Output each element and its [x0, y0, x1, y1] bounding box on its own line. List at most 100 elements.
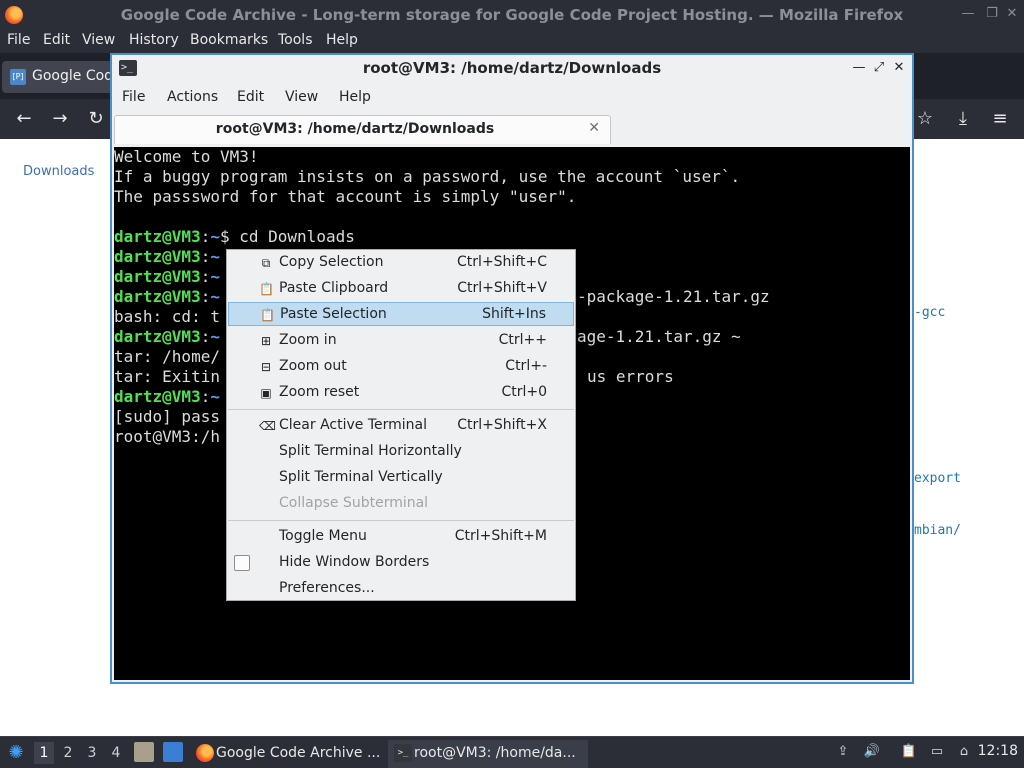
- prompt-path: ~: [210, 287, 220, 306]
- menu-tools[interactable]: Tools: [278, 32, 313, 48]
- download-icon[interactable]: ⤓: [951, 107, 975, 131]
- menu-item-clear-active-terminal[interactable]: ⌫ Clear Active Terminal Ctrl+Shift+X: [228, 414, 574, 438]
- menu-item-hide-window-borders[interactable]: Hide Window Borders: [228, 551, 574, 575]
- restore-icon[interactable]: ❐: [984, 6, 1000, 22]
- show-desktop-icon[interactable]: [163, 742, 183, 762]
- terminal-menu-file[interactable]: File: [122, 89, 145, 105]
- terminal-context-menu: ⧉ Copy Selection Ctrl+Shift+C 📋 Paste Cl…: [226, 249, 576, 601]
- upload-icon[interactable]: ⇪: [834, 743, 852, 761]
- prompt-colon: :: [200, 327, 211, 346]
- display-icon[interactable]: ▭: [928, 743, 946, 761]
- back-icon[interactable]: ←: [12, 107, 36, 131]
- browser-tab-label: Google Code: [32, 68, 122, 84]
- menu-file[interactable]: File: [7, 32, 30, 48]
- workspace-2[interactable]: 2: [58, 742, 78, 764]
- volume-icon[interactable]: 🔊: [863, 743, 881, 761]
- hide-window-borders-checkbox[interactable]: [234, 555, 250, 571]
- reload-icon[interactable]: ↻: [84, 107, 108, 131]
- menu-item-paste-clipboard[interactable]: 📋 Paste Clipboard Ctrl+Shift+V: [228, 277, 574, 301]
- prompt-colon: :: [200, 247, 211, 266]
- page-text-fragment: -gcc: [914, 305, 946, 320]
- taskbar-task-firefox[interactable]: Google Code Archive ...: [190, 740, 382, 768]
- workspace-4[interactable]: 4: [106, 742, 126, 764]
- copy-icon: ⧉: [261, 256, 271, 270]
- terminal-window-title: root@VM3: /home/dartz/Downloads: [362, 59, 662, 77]
- menu-edit[interactable]: Edit: [43, 32, 70, 48]
- minimize-icon[interactable]: —: [850, 59, 868, 77]
- terminal-menu-help[interactable]: Help: [339, 89, 371, 105]
- terminal-line: bash: cd: t: [114, 307, 220, 326]
- terminal-line: dartz@VM3:~: [114, 387, 220, 407]
- bookmark-star-icon[interactable]: ☆: [913, 107, 937, 131]
- menu-separator: [228, 409, 574, 410]
- hamburger-menu-icon[interactable]: ≡: [988, 107, 1012, 131]
- taskbar-task-terminal[interactable]: >_ root@VM3: /home/da...: [388, 740, 588, 768]
- menu-help[interactable]: Help: [326, 32, 358, 48]
- menu-item-label: Hide Window Borders: [279, 554, 430, 570]
- prompt-path: ~: [210, 267, 220, 286]
- firefox-icon: [196, 744, 214, 762]
- menu-item-paste-selection[interactable]: 📋 Paste Selection Shift+Ins: [228, 302, 574, 326]
- prompt-colon: :: [200, 227, 211, 246]
- close-icon[interactable]: ✕: [890, 59, 908, 77]
- minimize-icon[interactable]: —: [960, 6, 976, 22]
- menu-item-split-horizontally[interactable]: Split Terminal Horizontally: [228, 440, 574, 464]
- menu-item-label: Paste Clipboard: [279, 280, 389, 296]
- zoom-out-icon: ⊟: [260, 360, 272, 374]
- menu-item-shortcut: Ctrl++: [498, 332, 547, 348]
- menu-item-shortcut: Ctrl+Shift+M: [454, 528, 547, 544]
- zoom-reset-icon: ▣: [260, 386, 272, 400]
- menu-item-label: Split Terminal Vertically: [279, 469, 443, 485]
- firefox-window-title: Google Code Archive - Long-term storage …: [120, 6, 904, 24]
- terminal-text-fragment: -package-1.21.tar.gz: [577, 287, 770, 306]
- terminal-line: dartz@VM3:~: [114, 247, 220, 267]
- menu-bookmarks[interactable]: Bookmarks: [190, 32, 268, 48]
- menu-item-label: Copy Selection: [279, 254, 384, 270]
- zoom-in-icon: ⊞: [260, 334, 272, 348]
- menu-item-label: Toggle Menu: [279, 528, 367, 544]
- menu-item-split-vertically[interactable]: Split Terminal Vertically: [228, 466, 574, 490]
- prompt-path: ~: [210, 387, 220, 406]
- workspace-1[interactable]: 1: [34, 742, 54, 764]
- firefox-titlebar: Google Code Archive - Long-term storage …: [0, 0, 1024, 29]
- terminal-titlebar[interactable]: >_ root@VM3: /home/dartz/Downloads — ⤢ ✕: [112, 55, 912, 82]
- menu-item-shortcut: Shift+Ins: [482, 306, 546, 322]
- terminal-line: dartz@VM3:~: [114, 267, 220, 287]
- menu-item-collapse-subterminal: Collapse Subterminal: [228, 492, 574, 516]
- clipboard-icon[interactable]: 📋: [900, 743, 918, 761]
- favicon-icon: [P]: [10, 69, 26, 85]
- terminal-menu-edit[interactable]: Edit: [237, 89, 264, 105]
- start-menu-icon[interactable]: ✺: [4, 741, 28, 765]
- clock[interactable]: 12:18: [978, 743, 1018, 759]
- menu-item-zoom-out[interactable]: ⊟ Zoom out Ctrl+-: [228, 355, 574, 379]
- tab-close-icon[interactable]: ✕: [588, 120, 600, 136]
- downloads-link[interactable]: Downloads: [23, 164, 94, 179]
- page-text-fragment: mbian/: [914, 523, 961, 538]
- file-manager-icon[interactable]: [134, 742, 154, 762]
- close-icon[interactable]: ✕: [1004, 6, 1020, 22]
- menu-view[interactable]: View: [82, 32, 115, 48]
- clear-icon: ⌫: [259, 419, 276, 433]
- terminal-menu-view[interactable]: View: [285, 89, 318, 105]
- menu-item-preferences[interactable]: Preferences...: [228, 577, 574, 601]
- menu-item-label: Split Terminal Horizontally: [279, 443, 462, 459]
- network-icon[interactable]: ⌂: [955, 743, 973, 761]
- terminal-line: The passsword for that account is simply…: [114, 187, 577, 206]
- terminal-tab[interactable]: root@VM3: /home/dartz/Downloads ✕: [114, 115, 611, 144]
- menu-history[interactable]: History: [129, 32, 179, 48]
- maximize-icon[interactable]: ⤢: [870, 59, 888, 77]
- menu-item-label: Zoom reset: [279, 384, 360, 400]
- menu-item-zoom-reset[interactable]: ▣ Zoom reset Ctrl+0: [228, 381, 574, 405]
- terminal-line: dartz@VM3:~$ cd Downloads: [114, 227, 355, 247]
- prompt-path: ~: [210, 227, 220, 246]
- prompt-user: dartz@VM3: [114, 287, 201, 306]
- taskbar: ✺ 1 2 3 4 Google Code Archive ... >_ roo…: [0, 736, 1024, 768]
- terminal-menu-actions[interactable]: Actions: [167, 89, 218, 105]
- paste-icon: 📋: [260, 308, 275, 322]
- forward-icon[interactable]: →: [48, 107, 72, 131]
- menu-item-zoom-in[interactable]: ⊞ Zoom in Ctrl++: [228, 329, 574, 353]
- menu-item-label: Preferences...: [279, 580, 375, 596]
- menu-item-toggle-menu[interactable]: Toggle Menu Ctrl+Shift+M: [228, 525, 574, 549]
- menu-item-copy-selection[interactable]: ⧉ Copy Selection Ctrl+Shift+C: [228, 251, 574, 275]
- workspace-3[interactable]: 3: [82, 742, 102, 764]
